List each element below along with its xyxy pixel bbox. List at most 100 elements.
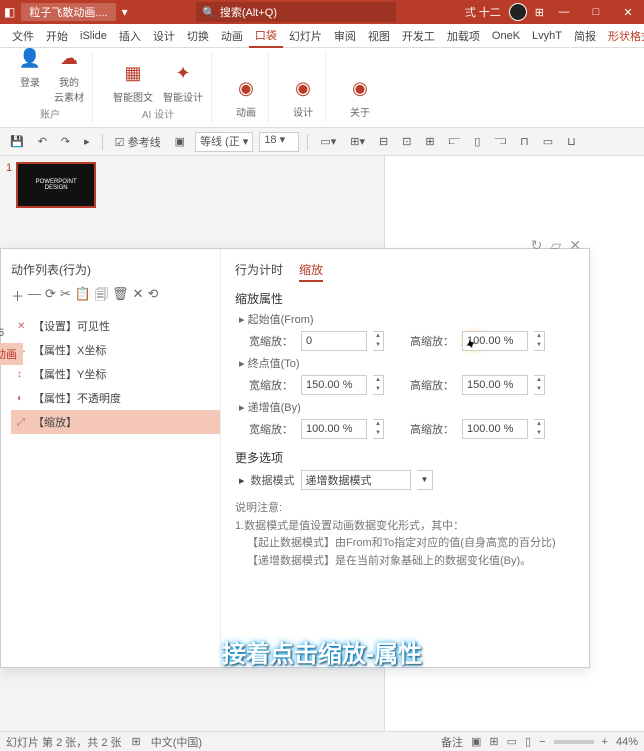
zoom-level[interactable]: 44% <box>616 736 638 748</box>
ribbon: 👤登录 ☁我的 云素材 账户 ▦智能图文 ✦智能设计 AI 设计 ◉动画 ◉设计… <box>0 48 644 128</box>
remove-icon[interactable]: — <box>28 286 41 308</box>
zoom-slider[interactable] <box>554 740 594 744</box>
accessibility-icon[interactable]: ⊞ <box>132 735 141 748</box>
cloud-assets-button[interactable]: ☁我的 云素材 <box>54 44 84 104</box>
t8-icon[interactable]: ▭ <box>539 133 557 150</box>
datamode-icon: ▸ <box>239 474 245 487</box>
ribbon-group-anim: ◉动画 <box>224 52 269 123</box>
notes-button[interactable]: 备注 <box>441 734 463 750</box>
tab-islide[interactable]: iSlide <box>74 27 113 45</box>
distribute-icon[interactable]: ⊞▾ <box>346 133 369 150</box>
to-height-input[interactable]: 150.00 % <box>462 375 528 395</box>
view-slideshow-icon[interactable]: ▯ <box>525 735 531 748</box>
group-to: ▸ 终点值(To) <box>239 358 300 370</box>
smart-design-button[interactable]: ✦智能设计 <box>163 59 203 104</box>
font-select[interactable]: 等线 (正 ▾ <box>195 132 253 152</box>
t3-icon[interactable]: ⊞ <box>421 133 438 150</box>
action-x[interactable]: ↔【属性】X坐标 <box>11 338 220 362</box>
tool-icon[interactable]: ▸ <box>80 133 94 150</box>
language-label[interactable]: 中文(中国) <box>151 734 202 750</box>
guide-toggle[interactable]: ☑ 参考线 <box>111 132 165 152</box>
action-scale[interactable]: ⤢【缩放】 <box>11 410 220 434</box>
tab-developer[interactable]: 开发工 <box>396 25 441 47</box>
thumbnail-1[interactable]: 1 POWERPOINT DESIGN <box>6 162 104 208</box>
t7-icon[interactable]: ⊓ <box>516 133 533 150</box>
save-icon[interactable]: 💾 <box>6 133 28 150</box>
ribbon-opts-icon[interactable]: ⊞ <box>535 6 544 19</box>
tab-lvyh[interactable]: LvyhT <box>526 27 568 45</box>
dialog-expand-icon[interactable]: ▱ <box>548 237 563 254</box>
by-width-input[interactable]: 100.00 % <box>301 419 367 439</box>
dropdown-icon[interactable]: ▼ <box>417 470 434 490</box>
section-scale-props: 缩放属性 <box>235 290 575 307</box>
refresh-icon[interactable]: ⟳ <box>45 286 56 308</box>
t4-icon[interactable]: ⫍ <box>445 133 465 150</box>
zoom-out-icon[interactable]: − <box>539 736 545 748</box>
tab-transitions[interactable]: 切换 <box>181 25 215 47</box>
action-opacity[interactable]: ◐【属性】不透明度 <box>11 386 220 410</box>
tab-view[interactable]: 视图 <box>362 25 396 47</box>
animation-button[interactable]: ◉动画 <box>232 74 260 119</box>
tab-insert[interactable]: 插入 <box>113 25 147 47</box>
quick-access-toolbar: 💾 ↶ ↷ ▸ ☑ 参考线 ▣ 等线 (正 ▾ 18 ▾ ▭▾ ⊞▾ ⊟ ⊡ ⊞… <box>0 128 644 156</box>
action-y[interactable]: ↕【属性】Y坐标 <box>11 362 220 386</box>
clear-icon[interactable]: ✕ <box>133 286 144 308</box>
view-normal-icon[interactable]: ▣ <box>471 735 481 748</box>
close-button[interactable]: ✕ <box>616 6 640 19</box>
from-width-spinner[interactable]: ▲▼ <box>373 331 384 351</box>
view-sorter-icon[interactable]: ⊞ <box>489 735 498 748</box>
label-width-scale: 宽缩放： <box>249 333 295 349</box>
dialog-close-icon[interactable]: ✕ <box>567 237 583 254</box>
by-height-input[interactable]: 100.00 % <box>462 419 528 439</box>
add-icon[interactable]: ＋ <box>11 286 24 308</box>
tab-pocket[interactable]: 口袋 <box>249 24 283 48</box>
tab-timing[interactable]: 行为计时 <box>235 261 283 282</box>
copy-icon[interactable]: 📋 <box>75 286 91 308</box>
delete-icon[interactable]: 🗑 <box>112 286 129 308</box>
datamode-select[interactable]: 递增数据模式 <box>301 470 411 490</box>
zoom-in-icon[interactable]: + <box>602 736 608 748</box>
t2-icon[interactable]: ⊡ <box>398 133 415 150</box>
dialog-refresh-icon[interactable]: ↻ <box>529 237 545 254</box>
from-height-spinner[interactable]: ▲▼ <box>534 331 545 351</box>
action-list: ✕【设置】可见性 ↔【属性】X坐标 ↕【属性】Y坐标 ◐【属性】不透明度 ⤢【缩… <box>11 314 220 434</box>
minimize-button[interactable]: — <box>552 6 576 18</box>
tab-design[interactable]: 设计 <box>147 25 181 47</box>
tab-onek[interactable]: OneK <box>486 27 526 45</box>
design-button[interactable]: ◉设计 <box>289 74 317 119</box>
t6-icon[interactable]: ⫎ <box>490 133 510 150</box>
cut-icon[interactable]: ✂ <box>60 286 71 308</box>
ribbon-group-account: 👤登录 ☁我的 云素材 账户 <box>8 52 93 123</box>
align-icon[interactable]: ▭▾ <box>316 133 340 150</box>
tab-scale[interactable]: 缩放 <box>299 261 323 282</box>
maximize-button[interactable]: □ <box>584 6 608 18</box>
tab-addins[interactable]: 加载项 <box>441 25 486 47</box>
tab-slideshow[interactable]: 幻灯片 <box>283 25 328 47</box>
tab-brief[interactable]: 简报 <box>568 25 602 47</box>
t9-icon[interactable]: ⊔ <box>563 133 580 150</box>
view-reading-icon[interactable]: ▭ <box>507 735 517 748</box>
action-visibility[interactable]: ✕【设置】可见性 <box>11 314 220 338</box>
tab-shape-format[interactable]: 形状格式 <box>602 25 644 47</box>
user-name[interactable]: 弍 十二 <box>465 4 501 20</box>
reset-icon[interactable]: ⟲ <box>147 286 158 308</box>
from-width-input[interactable]: 0 <box>301 331 367 351</box>
avatar[interactable] <box>509 3 527 21</box>
search-input[interactable]: 🔍 搜索(Alt+Q) <box>196 2 396 22</box>
font-size-select[interactable]: 18 ▾ <box>259 132 299 152</box>
paste-icon[interactable]: 🗐 <box>95 286 108 308</box>
sidebar-item-custom-anim[interactable]: 自定义动画 <box>0 343 23 365</box>
ruler-icon[interactable]: ▣ <box>171 133 189 150</box>
login-button[interactable]: 👤登录 <box>16 44 44 104</box>
redo-icon[interactable]: ↷ <box>57 133 74 150</box>
tab-review[interactable]: 审阅 <box>328 25 362 47</box>
undo-icon[interactable]: ↶ <box>34 133 51 150</box>
smart-graphic-button[interactable]: ▦智能图文 <box>113 59 153 104</box>
from-height-input[interactable]: 100.00 %✦ <box>462 331 528 351</box>
sidebar-item-textbox[interactable]: 文本框 6 <box>0 321 23 343</box>
tab-animations[interactable]: 动画 <box>215 25 249 47</box>
to-width-input[interactable]: 150.00 % <box>301 375 367 395</box>
about-button[interactable]: ◉关于 <box>346 74 374 119</box>
t5-icon[interactable]: ▯ <box>470 133 484 150</box>
t1-icon[interactable]: ⊟ <box>375 133 392 150</box>
